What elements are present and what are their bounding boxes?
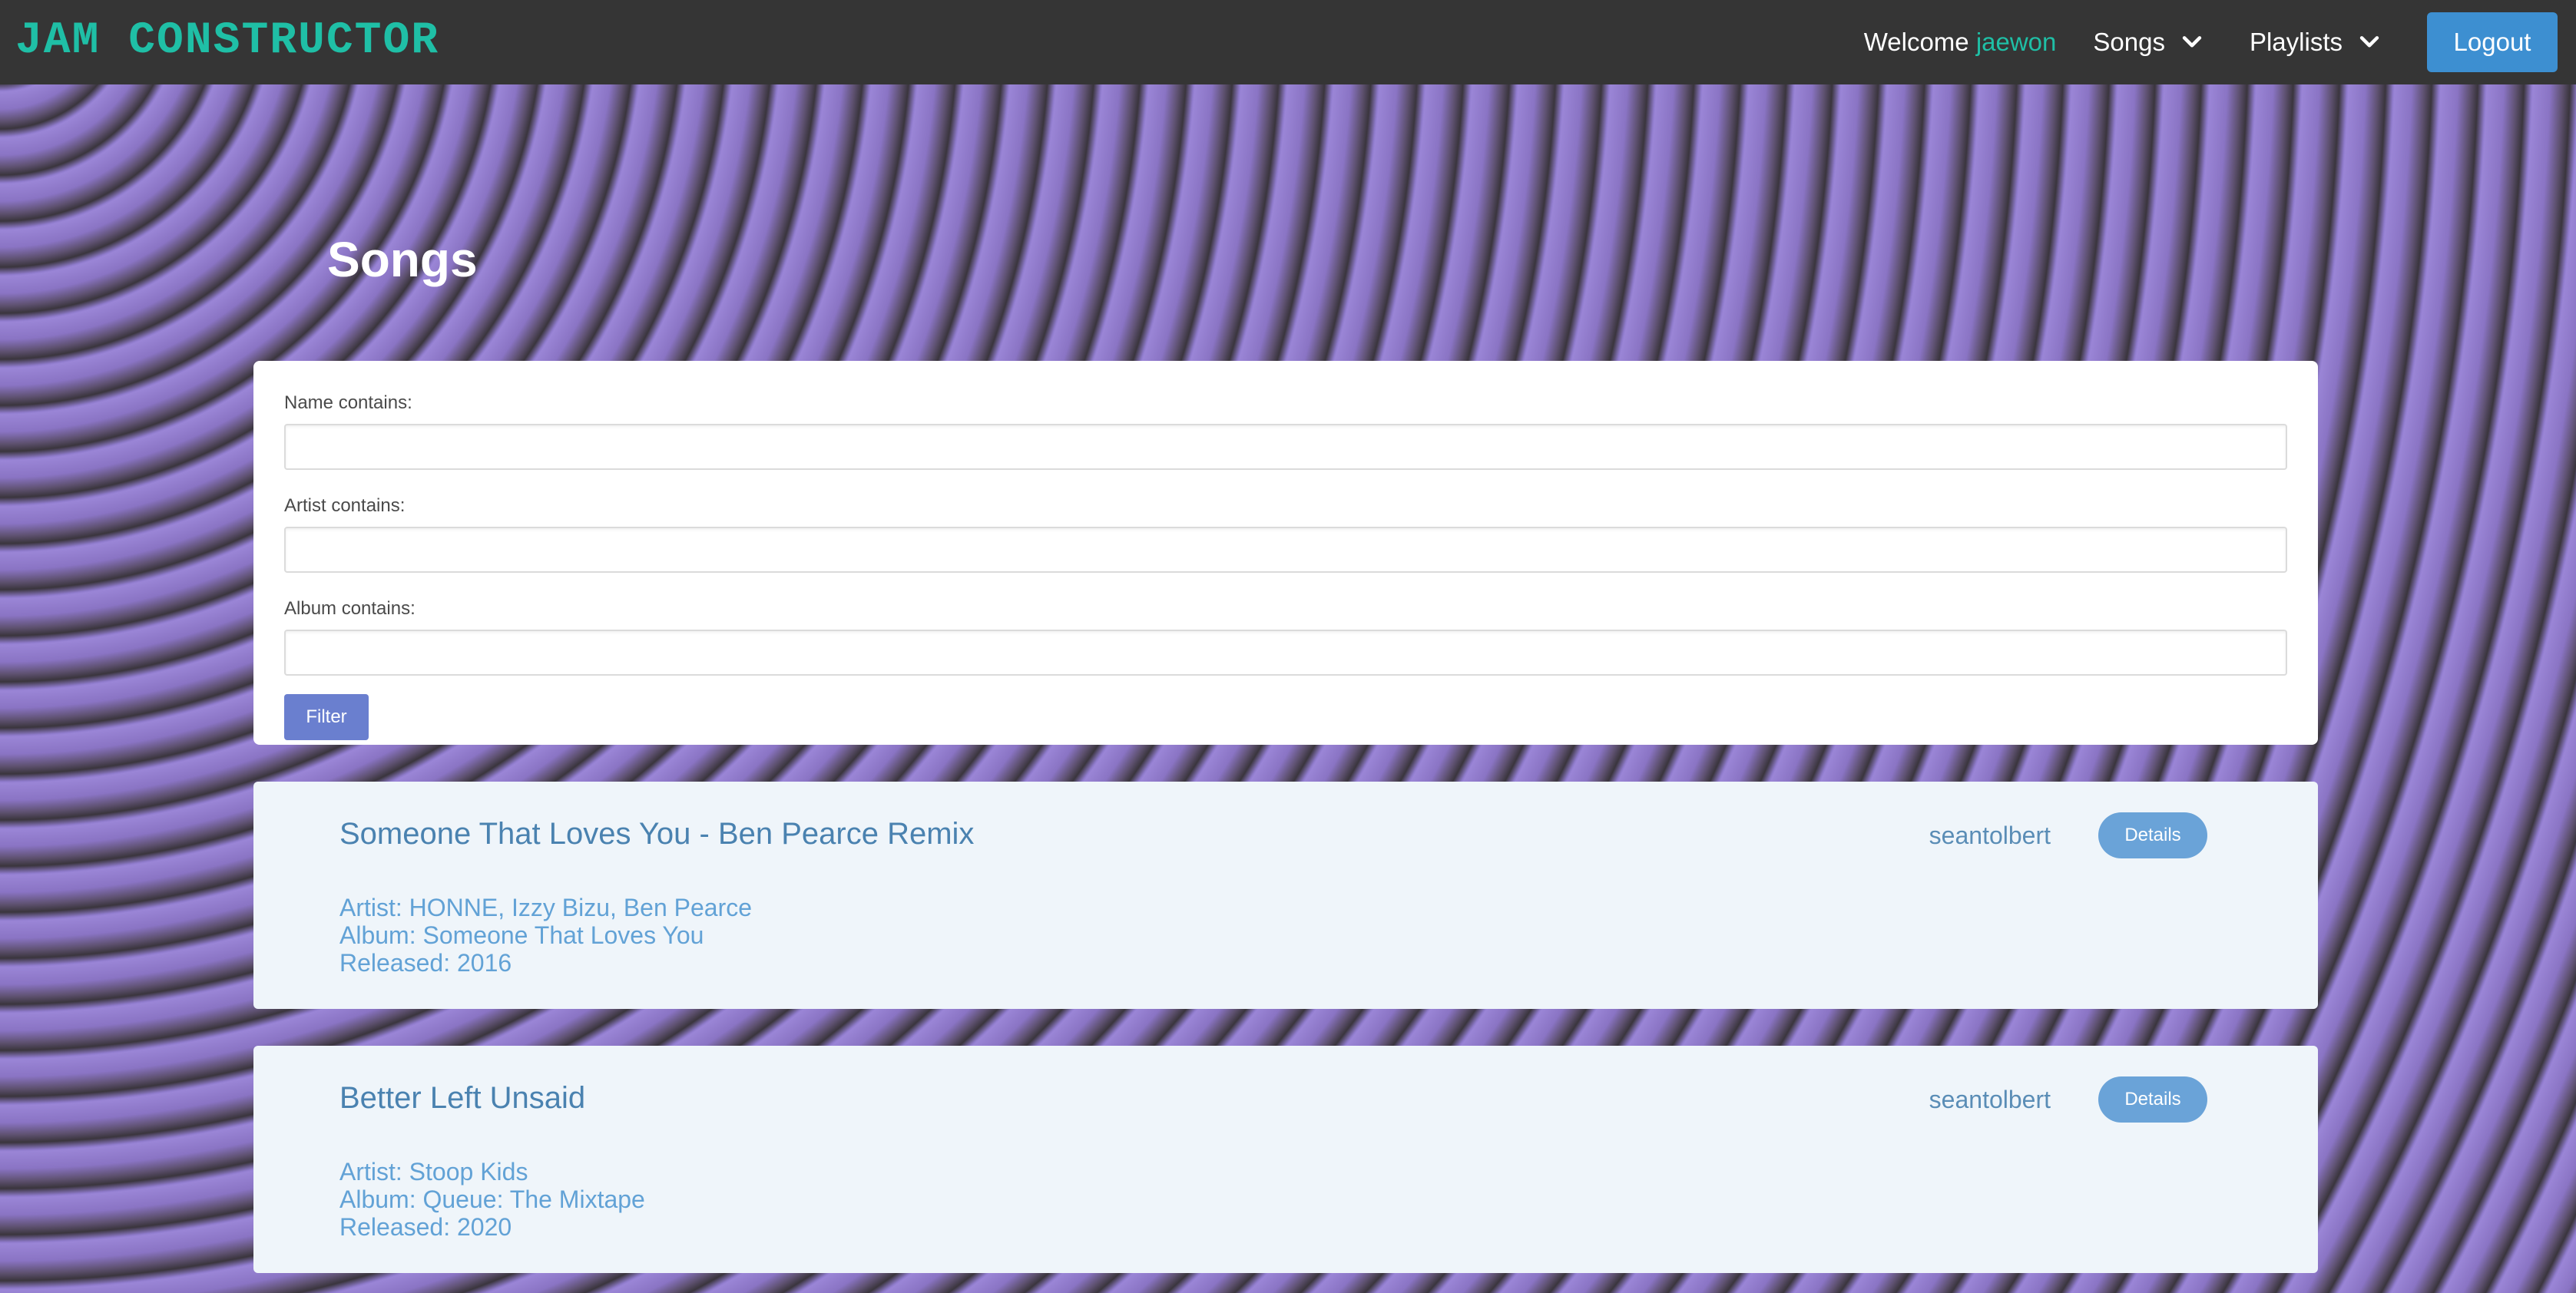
song-title: Better Left Unsaid — [339, 1081, 586, 1115]
logout-button[interactable]: Logout — [2427, 12, 2558, 72]
song-released: Released: 2016 — [339, 949, 512, 977]
chevron-down-icon — [2359, 36, 2379, 48]
playlists-menu-label: Playlists — [2249, 28, 2343, 56]
page-title: Songs — [327, 232, 478, 287]
song-album: Album: Someone That Loves You — [339, 921, 704, 949]
album-filter-label: Album contains: — [284, 598, 416, 619]
artist-filter-input[interactable] — [284, 527, 2287, 573]
songs-menu[interactable]: Songs — [2093, 28, 2205, 57]
welcome-username: jaewon — [1975, 28, 2057, 56]
filter-form: Name contains: Artist contains: Album co… — [253, 361, 2318, 745]
song-card: Someone That Loves You - Ben Pearce Remi… — [253, 782, 2318, 1009]
playlists-menu[interactable]: Playlists — [2250, 28, 2382, 57]
top-navbar: JAM CONSTRUCTOR Welcome jaewon Songs Pla… — [0, 0, 2576, 84]
name-filter-label: Name contains: — [284, 392, 412, 413]
details-button[interactable]: Details — [2098, 812, 2207, 858]
song-card: Better Left Unsaid Artist: Stoop Kids Al… — [253, 1046, 2318, 1273]
album-filter-input[interactable] — [284, 630, 2287, 676]
song-meta: Artist: Stoop Kids Album: Queue: The Mix… — [339, 1158, 645, 1241]
chevron-down-icon — [2182, 36, 2202, 48]
song-meta: Artist: HONNE, Izzy Bizu, Ben Pearce Alb… — [339, 894, 752, 977]
welcome-text: Welcome jaewon — [1864, 28, 2057, 57]
name-filter-input[interactable] — [284, 424, 2287, 470]
song-artist: Artist: HONNE, Izzy Bizu, Ben Pearce — [339, 894, 753, 921]
brand-logo[interactable]: JAM CONSTRUCTOR — [15, 14, 439, 69]
song-title: Someone That Loves You - Ben Pearce Remi… — [339, 817, 975, 851]
song-owner: seantolbert — [1929, 1086, 2051, 1113]
song-artist: Artist: Stoop Kids — [339, 1158, 528, 1186]
song-owner: seantolbert — [1929, 822, 2051, 849]
artist-filter-label: Artist contains: — [284, 495, 406, 516]
navbar-right: Welcome jaewon Songs Playlists Logout — [1864, 0, 2558, 84]
welcome-prefix: Welcome — [1863, 28, 1969, 56]
songs-menu-label: Songs — [2093, 28, 2165, 56]
filter-button[interactable]: Filter — [284, 694, 369, 740]
song-released: Released: 2020 — [339, 1213, 512, 1241]
details-button[interactable]: Details — [2098, 1076, 2207, 1123]
song-album: Album: Queue: The Mixtape — [339, 1186, 645, 1213]
